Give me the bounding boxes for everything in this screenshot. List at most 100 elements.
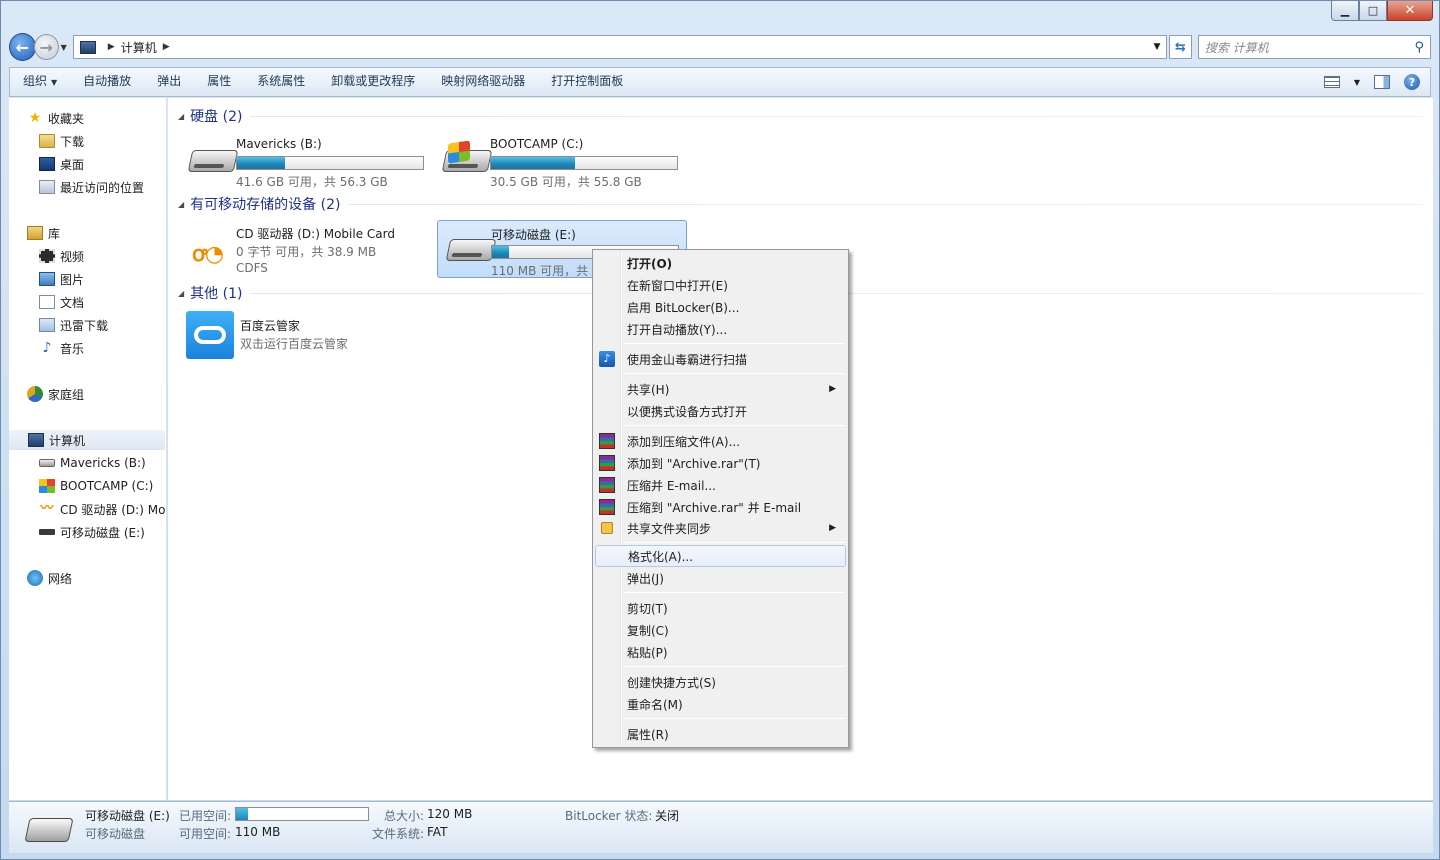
app-tile-baidu[interactable]: 百度云管家 双击运行百度云管家	[176, 308, 426, 366]
nav-label: 收藏夹	[48, 111, 85, 126]
drive-space-info: 41.6 GB 可用，共 56.3 GB	[236, 175, 388, 189]
uninstall-button[interactable]: 卸载或更改程序	[318, 67, 428, 97]
change-view-icon[interactable]	[1323, 76, 1340, 88]
nav-drive-b[interactable]: Mavericks (B:)	[39, 453, 146, 473]
nav-network[interactable]: 网络	[27, 568, 72, 588]
total-size-value: 120 MB	[427, 807, 473, 821]
group-header-removable[interactable]: ◢ 有可移动存储的设备 (2)	[178, 193, 1423, 215]
cd-drive-icon: ꝍ◔	[192, 242, 224, 267]
free-space-label: 可用空间:	[179, 827, 232, 841]
library-icon	[27, 226, 43, 240]
menu-scan[interactable]: ♪ 使用金山毒霸进行扫描	[595, 348, 846, 370]
back-button[interactable]: ←	[9, 33, 36, 61]
view-dropdown-icon[interactable]: ▼	[1354, 78, 1360, 87]
drive-usage-bar	[236, 156, 424, 170]
breadcrumb-computer[interactable]: 计算机	[121, 39, 157, 56]
usb-drive-icon	[39, 529, 55, 535]
menu-autoplay[interactable]: 打开自动播放(Y)...	[595, 318, 846, 340]
menu-sync[interactable]: 共享文件夹同步 ▶	[595, 517, 846, 539]
drive-filesystem: CDFS	[236, 261, 268, 275]
nav-recent[interactable]: 最近访问的位置	[39, 177, 144, 197]
collapse-icon: ◢	[178, 111, 185, 121]
drive-tile-d[interactable]: ꝍ◔ CD 驱动器 (D:) Mobile Card 0 字节 可用，共 38.…	[180, 220, 430, 278]
nav-computer[interactable]: 计算机	[9, 430, 165, 450]
menu-label: 添加到 "Archive.rar"(T)	[627, 456, 761, 471]
submenu-arrow-icon: ▶	[829, 523, 836, 533]
nav-label: 视频	[60, 249, 85, 264]
drive-tile-c[interactable]: BOOTCAMP (C:) 30.5 GB 可用，共 55.8 GB	[434, 132, 684, 190]
menu-cut[interactable]: 剪切(T)	[595, 597, 846, 619]
drive-name: CD 驱动器 (D:) Mobile Card	[236, 227, 395, 241]
autoplay-button[interactable]: 自动播放	[70, 67, 144, 97]
menu-open-portable[interactable]: 以便携式设备方式打开	[595, 400, 846, 422]
help-icon[interactable]: ?	[1404, 74, 1420, 90]
desktop-icon	[39, 157, 55, 171]
map-network-drive-button[interactable]: 映射网络驱动器	[428, 67, 538, 97]
collapse-icon: ◢	[178, 288, 185, 298]
search-icon[interactable]: ⚲	[1414, 40, 1424, 55]
search-input[interactable]: 搜索 计算机 ⚲	[1197, 35, 1431, 59]
menu-label: 压缩到 "Archive.rar" 并 E-mail	[627, 500, 802, 515]
nav-label: 计算机	[49, 433, 86, 448]
minimize-button[interactable]: ▁	[1331, 1, 1359, 21]
group-header-hdd[interactable]: ◢ 硬盘 (2)	[178, 105, 1423, 127]
explorer-window: ▁ □ ✕ ← → ▼ ▶ 计算机 ▶ ▼ ⇆ 搜索 计算机 ⚲ 组织 ▼ 自动播…	[0, 0, 1440, 860]
context-menu: 打开(O) 在新窗口中打开(E) 启用 BitLocker(B)... 打开自动…	[592, 249, 849, 748]
drive-tile-b[interactable]: Mavericks (B:) 41.6 GB 可用，共 56.3 GB	[180, 132, 430, 190]
open-control-panel-button[interactable]: 打开控制面板	[538, 67, 636, 97]
nav-xunlei[interactable]: 迅雷下载	[39, 315, 108, 335]
menu-properties[interactable]: 属性(R)	[595, 723, 846, 745]
nav-favorites[interactable]: ★ 收藏夹	[27, 108, 84, 128]
forward-arrow-icon: →	[39, 37, 53, 57]
navigation-row: ← → ▼ ▶ 计算机 ▶ ▼ ⇆ 搜索 计算机 ⚲	[9, 33, 1431, 61]
menu-rar-email[interactable]: 压缩并 E-mail...	[595, 474, 846, 496]
nav-downloads[interactable]: 下载	[39, 131, 84, 151]
maximize-button[interactable]: □	[1359, 1, 1387, 21]
menu-rename[interactable]: 重命名(M)	[595, 693, 846, 715]
close-icon: ✕	[1404, 3, 1416, 18]
system-properties-button[interactable]: 系统属性	[244, 67, 318, 97]
star-icon: ★	[28, 110, 42, 126]
drive-space-info: 30.5 GB 可用，共 55.8 GB	[490, 175, 642, 189]
nav-pictures[interactable]: 图片	[39, 269, 84, 289]
menu-bitlocker[interactable]: 启用 BitLocker(B)...	[595, 296, 846, 318]
refresh-button[interactable]: ⇆	[1168, 35, 1192, 59]
properties-button[interactable]: 属性	[194, 67, 244, 97]
forward-button[interactable]: →	[33, 34, 59, 60]
menu-rar-archive[interactable]: 添加到 "Archive.rar"(T)	[595, 452, 846, 474]
preview-pane-icon[interactable]	[1374, 75, 1390, 89]
nav-music[interactable]: ♪ 音乐	[39, 338, 84, 358]
organize-button[interactable]: 组织 ▼	[10, 67, 70, 97]
address-dropdown-icon[interactable]: ▼	[1148, 42, 1166, 52]
menu-rar-add[interactable]: 添加到压缩文件(A)...	[595, 430, 846, 452]
nav-homegroup[interactable]: 家庭组	[27, 384, 84, 404]
breadcrumb-separator-icon[interactable]: ▶	[163, 42, 170, 52]
address-bar[interactable]: ▶ 计算机 ▶ ▼	[72, 35, 1167, 59]
minimize-icon: ▁	[1340, 4, 1350, 17]
free-space-value: 110 MB	[235, 825, 281, 839]
nav-drive-c[interactable]: BOOTCAMP (C:)	[39, 476, 153, 496]
nav-desktop[interactable]: 桌面	[39, 154, 84, 174]
eject-button[interactable]: 弹出	[144, 67, 194, 97]
menu-copy[interactable]: 复制(C)	[595, 619, 846, 641]
nav-libraries[interactable]: 库	[27, 223, 60, 243]
menu-share[interactable]: 共享(H) ▶	[595, 378, 846, 400]
nav-drive-d[interactable]: 〰 CD 驱动器 (D:) Mo	[39, 499, 165, 519]
menu-open[interactable]: 打开(O)	[595, 252, 846, 274]
nav-drive-e[interactable]: 可移动磁盘 (E:)	[39, 522, 145, 542]
winrar-icon	[599, 455, 615, 471]
menu-paste[interactable]: 粘贴(P)	[595, 641, 846, 663]
breadcrumb-separator-icon[interactable]: ▶	[108, 42, 115, 52]
menu-open-new-window[interactable]: 在新窗口中打开(E)	[595, 274, 846, 296]
usage-fill	[237, 157, 286, 169]
recent-pages-dropdown[interactable]: ▼	[61, 43, 67, 52]
nav-documents[interactable]: 文档	[39, 292, 84, 312]
back-arrow-icon: ←	[15, 37, 30, 57]
menu-rar-archive-email[interactable]: 压缩到 "Archive.rar" 并 E-mail	[595, 496, 846, 518]
nav-videos[interactable]: 视频	[39, 246, 84, 266]
group-title: 其他 (1)	[190, 286, 243, 302]
menu-create-shortcut[interactable]: 创建快捷方式(S)	[595, 671, 846, 693]
close-button[interactable]: ✕	[1387, 1, 1433, 21]
menu-eject[interactable]: 弹出(J)	[595, 567, 846, 589]
menu-format[interactable]: 格式化(A)...	[595, 545, 846, 567]
